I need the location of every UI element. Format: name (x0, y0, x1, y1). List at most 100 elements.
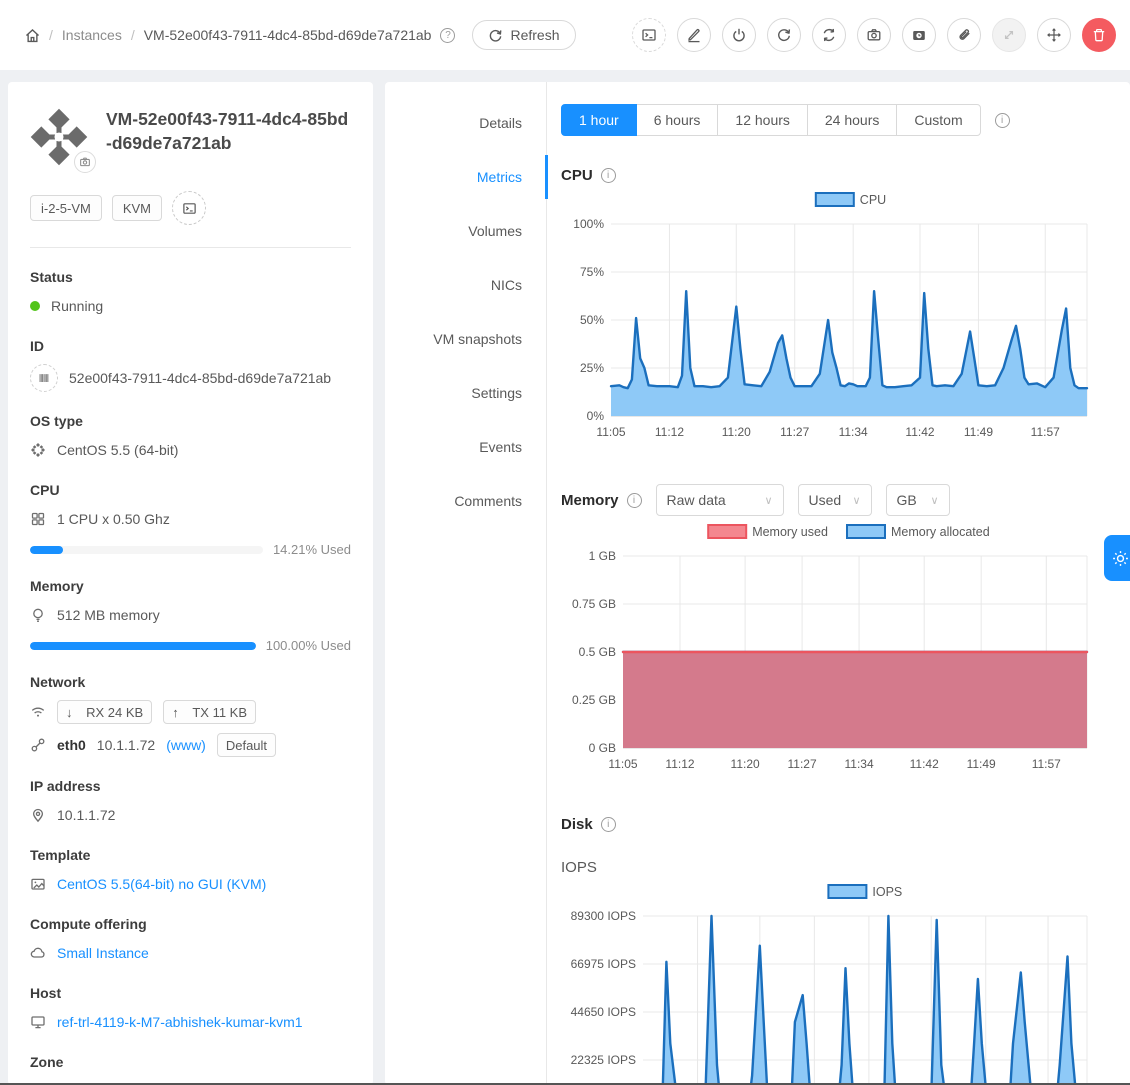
svg-text:0 GB: 0 GB (589, 741, 616, 755)
compute-offering-label: Compute offering (30, 916, 351, 932)
time-range-1-hour[interactable]: 1 hour (561, 104, 637, 136)
svg-text:11:34: 11:34 (839, 425, 868, 439)
iops-chart: 0 IOPS22325 IOPS44650 IOPS66975 IOPS8930… (561, 882, 1130, 1085)
reboot-button[interactable] (767, 18, 801, 52)
svg-text:0.25 GB: 0.25 GB (572, 693, 616, 707)
time-range-24-hours[interactable]: 24 hours (807, 104, 897, 136)
tab-events[interactable]: Events (385, 420, 546, 474)
tab-vm-snapshots[interactable]: VM snapshots (385, 312, 546, 366)
svg-text:66975 IOPS: 66975 IOPS (571, 957, 636, 971)
take-snapshot-button[interactable] (857, 18, 891, 52)
sync-icon (821, 27, 837, 43)
attach-iso-button[interactable] (947, 18, 981, 52)
tab-comments[interactable]: Comments (385, 474, 546, 528)
nic-network-link[interactable]: (www) (166, 737, 206, 753)
cpu-chart: 0%25%50%75%100%11:0511:1211:2011:2711:34… (561, 190, 1130, 453)
floating-settings-button[interactable] (1104, 535, 1130, 581)
barcode-icon[interactable] (30, 364, 58, 392)
vm-title: VM-52e00f43-7911-4dc4-85bd-d69de7a721ab (106, 108, 351, 169)
svg-text:22325 IOPS: 22325 IOPS (571, 1053, 636, 1067)
home-icon[interactable] (24, 27, 40, 43)
svg-text:0.75 GB: 0.75 GB (572, 597, 616, 611)
breadcrumb-help-icon[interactable]: ? (440, 28, 455, 43)
move-arrows-icon (1046, 27, 1062, 43)
tab-nics[interactable]: NICs (385, 258, 546, 312)
breadcrumb-instances[interactable]: Instances (62, 27, 122, 43)
status-value: Running (51, 298, 103, 314)
memory-metric-select[interactable]: Used∨ (798, 484, 872, 516)
nic-link-icon (30, 737, 46, 753)
action-toolbar (632, 18, 1116, 52)
ip-address-value: 10.1.1.72 (57, 807, 115, 823)
camera-clock-icon (911, 27, 927, 43)
edit-button[interactable] (677, 18, 711, 52)
time-range-info-icon[interactable]: i (995, 113, 1010, 128)
scale-icon (1001, 27, 1017, 43)
page-header: / Instances / VM-52e00f43-7911-4dc4-85bd… (0, 0, 1130, 70)
svg-text:CPU: CPU (860, 193, 886, 207)
refresh-icon (488, 28, 503, 43)
compute-offering-link[interactable]: Small Instance (57, 945, 149, 961)
stop-instance-button[interactable] (722, 18, 756, 52)
trash-icon (1091, 27, 1107, 43)
reinstall-button[interactable] (812, 18, 846, 52)
disk-info-icon[interactable]: i (601, 817, 616, 832)
svg-text:11:20: 11:20 (731, 757, 760, 771)
memory-usage-fill (30, 642, 256, 650)
tab-details[interactable]: Details (385, 96, 546, 150)
svg-text:11:05: 11:05 (608, 757, 637, 771)
memory-info-icon[interactable]: i (627, 493, 642, 508)
rx-chip: ↓ RX 24 KB (57, 700, 152, 724)
svg-text:0%: 0% (587, 409, 605, 423)
os-type-label: OS type (30, 413, 351, 429)
ip-address-label: IP address (30, 778, 351, 794)
vm-screenshot-badge[interactable] (74, 151, 96, 173)
memory-usage-bar (30, 642, 256, 650)
time-range-12-hours[interactable]: 12 hours (717, 104, 807, 136)
svg-text:11:12: 11:12 (655, 425, 684, 439)
memory-value: 512 MB memory (57, 607, 160, 623)
console-shortcut-button[interactable] (172, 191, 206, 225)
svg-text:Memory used: Memory used (752, 525, 828, 539)
view-console-button[interactable] (632, 18, 666, 52)
camera-icon (866, 27, 882, 43)
svg-text:Memory allocated: Memory allocated (891, 525, 990, 539)
svg-text:75%: 75% (580, 265, 604, 279)
svg-text:1 GB: 1 GB (589, 549, 616, 563)
template-image-icon (30, 876, 46, 892)
disk-section-title: Disk (561, 816, 593, 833)
cpu-chart-title: CPU (561, 167, 593, 184)
tab-volumes[interactable]: Volumes (385, 204, 546, 258)
divider (30, 247, 351, 248)
cpu-usage-bar (30, 546, 263, 554)
memory-mode-select[interactable]: Raw data∨ (656, 484, 784, 516)
memory-unit-select[interactable]: GB∨ (886, 484, 950, 516)
id-label: ID (30, 338, 351, 354)
location-pin-icon (30, 807, 46, 823)
time-range-6-hours[interactable]: 6 hours (636, 104, 719, 136)
destroy-button[interactable] (1082, 18, 1116, 52)
svg-text:11:20: 11:20 (722, 425, 751, 439)
chevron-down-icon: ∨ (852, 494, 860, 507)
tab-metrics[interactable]: Metrics (385, 150, 546, 204)
svg-text:25%: 25% (580, 361, 604, 375)
cpu-usage-fill (30, 546, 63, 554)
power-icon (731, 27, 747, 43)
tab-settings[interactable]: Settings (385, 366, 546, 420)
template-link[interactable]: CentOS 5.5(64-bit) no GUI (KVM) (57, 876, 266, 892)
svg-text:0.5 GB: 0.5 GB (579, 645, 616, 659)
svg-text:IOPS: IOPS (872, 885, 902, 899)
up-arrow-icon: ↑ (172, 705, 179, 720)
zone-label: Zone (30, 1054, 351, 1070)
host-link[interactable]: ref-trl-4119-k-M7-abhishek-kumar-kvm1 (57, 1014, 303, 1030)
status-running-dot (30, 301, 40, 311)
cpu-label: CPU (30, 482, 351, 498)
refresh-button[interactable]: Refresh (472, 20, 575, 50)
nic-ip: 10.1.1.72 (97, 737, 155, 753)
recurring-snapshot-button[interactable] (902, 18, 936, 52)
time-range-custom[interactable]: Custom (896, 104, 980, 136)
paperclip-icon (956, 27, 972, 43)
cpu-info-icon[interactable]: i (601, 168, 616, 183)
chevron-down-icon: ∨ (930, 494, 938, 507)
migrate-button[interactable] (1037, 18, 1071, 52)
